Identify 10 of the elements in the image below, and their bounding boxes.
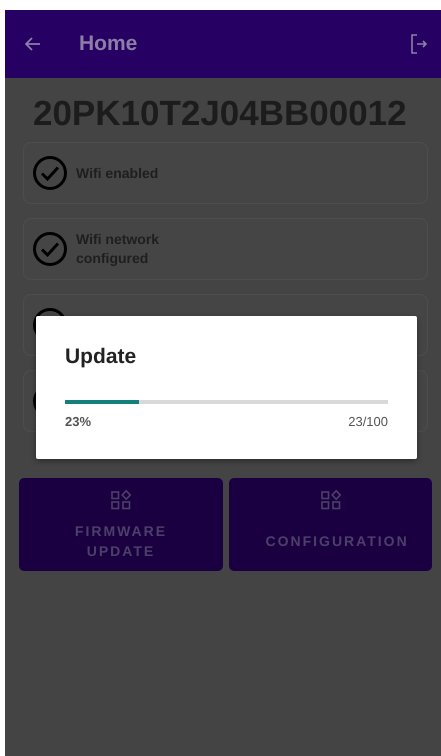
action-button[interactable]: FIRMWARE UPDATE: [19, 478, 223, 571]
logout-icon[interactable]: [411, 34, 427, 54]
widgets-icon: [320, 490, 340, 510]
progress-percent: 23%: [65, 414, 92, 429]
back-arrow-icon[interactable]: [25, 37, 41, 51]
action-button[interactable]: CONFIGURATION: [229, 478, 432, 571]
progress-count: 23/100: [348, 414, 388, 429]
app-bar-title: Home: [79, 32, 138, 56]
widgets-icon: [111, 490, 131, 510]
dialog-title: Update: [65, 344, 138, 370]
